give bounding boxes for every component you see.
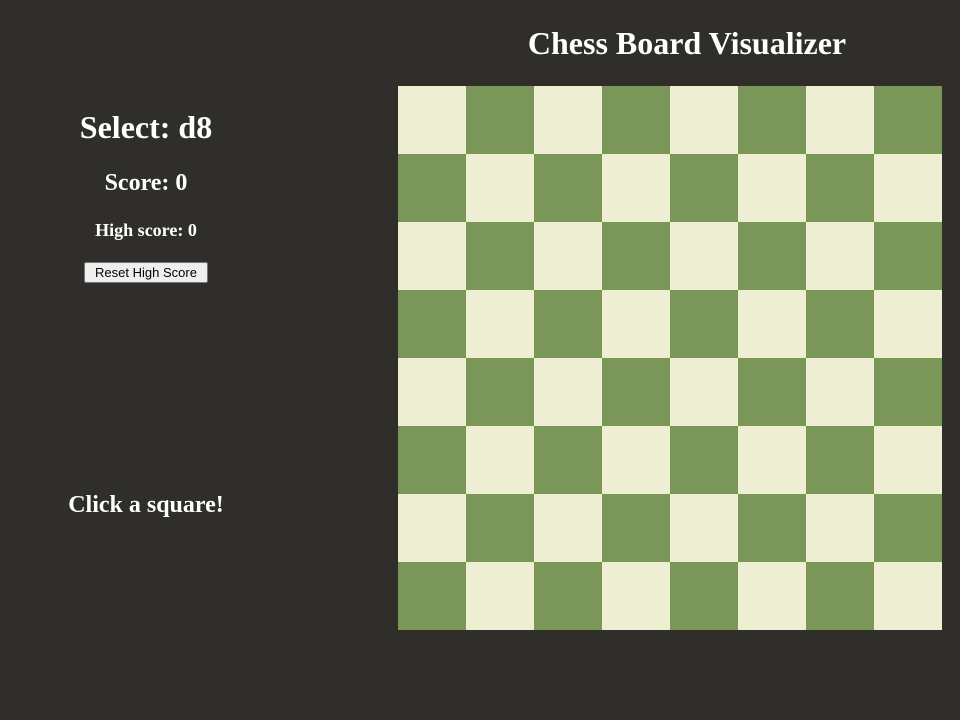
- square-f6[interactable]: [738, 222, 806, 290]
- square-a1[interactable]: [398, 562, 466, 630]
- high-score-label: High score: 0: [95, 220, 197, 240]
- square-e3[interactable]: [670, 426, 738, 494]
- square-b2[interactable]: [466, 494, 534, 562]
- square-h5[interactable]: [874, 290, 942, 358]
- square-b6[interactable]: [466, 222, 534, 290]
- square-d3[interactable]: [602, 426, 670, 494]
- square-d6[interactable]: [602, 222, 670, 290]
- square-f2[interactable]: [738, 494, 806, 562]
- square-g3[interactable]: [806, 426, 874, 494]
- square-e6[interactable]: [670, 222, 738, 290]
- square-h1[interactable]: [874, 562, 942, 630]
- square-b1[interactable]: [466, 562, 534, 630]
- square-a3[interactable]: [398, 426, 466, 494]
- square-g2[interactable]: [806, 494, 874, 562]
- square-f8[interactable]: [738, 86, 806, 154]
- side-panel: Select: d8 Score: 0 High score: 0 Reset …: [0, 0, 292, 720]
- square-e4[interactable]: [670, 358, 738, 426]
- square-a8[interactable]: [398, 86, 466, 154]
- page-title: Chess Board Visualizer: [527, 25, 847, 61]
- square-g5[interactable]: [806, 290, 874, 358]
- square-g7[interactable]: [806, 154, 874, 222]
- instruction-prompt: Click a square!: [68, 492, 224, 518]
- square-b4[interactable]: [466, 358, 534, 426]
- square-h7[interactable]: [874, 154, 942, 222]
- square-d2[interactable]: [602, 494, 670, 562]
- square-c2[interactable]: [534, 494, 602, 562]
- score-label: Score: 0: [104, 170, 188, 196]
- square-d5[interactable]: [602, 290, 670, 358]
- square-g1[interactable]: [806, 562, 874, 630]
- square-f4[interactable]: [738, 358, 806, 426]
- square-c3[interactable]: [534, 426, 602, 494]
- square-g6[interactable]: [806, 222, 874, 290]
- square-f7[interactable]: [738, 154, 806, 222]
- square-e1[interactable]: [670, 562, 738, 630]
- square-c1[interactable]: [534, 562, 602, 630]
- square-h2[interactable]: [874, 494, 942, 562]
- square-g4[interactable]: [806, 358, 874, 426]
- square-g8[interactable]: [806, 86, 874, 154]
- target-square-label: Select: d8: [79, 109, 213, 145]
- square-e5[interactable]: [670, 290, 738, 358]
- square-c4[interactable]: [534, 358, 602, 426]
- square-h4[interactable]: [874, 358, 942, 426]
- square-a2[interactable]: [398, 494, 466, 562]
- square-d7[interactable]: [602, 154, 670, 222]
- square-c5[interactable]: [534, 290, 602, 358]
- square-c8[interactable]: [534, 86, 602, 154]
- square-b7[interactable]: [466, 154, 534, 222]
- square-h6[interactable]: [874, 222, 942, 290]
- square-e7[interactable]: [670, 154, 738, 222]
- square-d4[interactable]: [602, 358, 670, 426]
- square-a4[interactable]: [398, 358, 466, 426]
- square-e8[interactable]: [670, 86, 738, 154]
- square-d8[interactable]: [602, 86, 670, 154]
- square-e2[interactable]: [670, 494, 738, 562]
- square-a6[interactable]: [398, 222, 466, 290]
- square-c7[interactable]: [534, 154, 602, 222]
- square-b3[interactable]: [466, 426, 534, 494]
- square-f1[interactable]: [738, 562, 806, 630]
- square-b5[interactable]: [466, 290, 534, 358]
- square-h8[interactable]: [874, 86, 942, 154]
- reset-high-score-button[interactable]: Reset High Score: [84, 262, 208, 283]
- square-d1[interactable]: [602, 562, 670, 630]
- square-b8[interactable]: [466, 86, 534, 154]
- square-h3[interactable]: [874, 426, 942, 494]
- square-f3[interactable]: [738, 426, 806, 494]
- square-f5[interactable]: [738, 290, 806, 358]
- square-c6[interactable]: [534, 222, 602, 290]
- square-a7[interactable]: [398, 154, 466, 222]
- chess-board: [398, 86, 942, 630]
- square-a5[interactable]: [398, 290, 466, 358]
